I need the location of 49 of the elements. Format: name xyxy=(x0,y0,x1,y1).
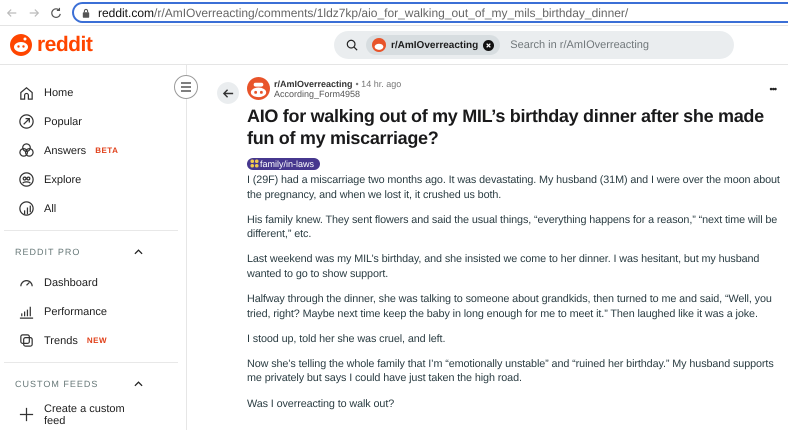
post-paragraph: Was I overreacting to walk out? xyxy=(247,396,396,412)
alien-avatar-icon xyxy=(372,38,386,52)
sidebar-item[interactable]: Answers BETA xyxy=(0,136,186,165)
post-time: • 14 hr. ago xyxy=(356,78,402,88)
url-text: reddit.com/r/AmIOverreacting/comments/1ldz7kp/aio_for_walking_out_of_my_mils_birthday_dinner/ xyxy=(98,6,628,20)
sidebar-item[interactable]: Dashboard xyxy=(0,268,186,297)
section-header[interactable]: REDDIT PRO xyxy=(0,235,186,268)
lock-icon xyxy=(82,8,90,18)
sidebar-item[interactable]: Create a custom feed xyxy=(0,400,186,429)
more-button[interactable]: ••• xyxy=(764,84,782,94)
close-icon[interactable] xyxy=(483,40,494,50)
home-icon xyxy=(18,84,35,101)
search-icon xyxy=(346,39,358,51)
item-tag: BETA xyxy=(95,146,118,155)
post-paragraph: Halfway through the dinner, she was talking to someone about grandkids, then turned to me and said, “Well, you tried, right? Maybe next time keep the baby in long enough for me to meet it.” Then laughed like it was a joke. xyxy=(247,292,773,322)
post-paragraph: I stood up, told her she was cruel, and left. xyxy=(247,332,446,346)
chart-circle-icon xyxy=(18,200,35,217)
sidebar-item[interactable]: Home xyxy=(0,78,186,107)
post-paragraph: Now she’s telling the whole family that I’m “emotionally unstable” and “ruined her birthday.” My husband supports me privately but says I could have just taken the high road. xyxy=(247,356,775,386)
menu-button[interactable] xyxy=(174,75,198,99)
plus-icon xyxy=(18,406,35,423)
search-field[interactable]: r/AmIOverreacting Search in r/AmIOverreacting xyxy=(334,31,734,59)
alien-avatar-icon[interactable] xyxy=(247,77,270,100)
sidebar-item[interactable]: Explore xyxy=(0,165,186,194)
sidebar-item[interactable]: Popular xyxy=(0,107,186,136)
sidebar-item[interactable]: Trends NEW xyxy=(0,326,186,355)
arrow-circle-icon xyxy=(18,113,35,130)
sidebar-item[interactable]: Performance xyxy=(0,297,186,326)
post-paragraph: I (29F) had a miscarriage two months ago. It was devastating. My husband (31M) and I were over the moon about the pregnancy, and when we lost it, it crushed us both. xyxy=(247,173,781,202)
sidebar-item[interactable]: All xyxy=(0,194,186,223)
item-tag: NEW xyxy=(86,336,107,345)
back-arrow-icon xyxy=(222,86,234,100)
author-link[interactable]: According_Form4958 xyxy=(274,88,760,98)
reload-icon[interactable] xyxy=(50,6,62,18)
chip-label: r/AmIOverreacting xyxy=(391,40,478,50)
circles-icon xyxy=(18,142,35,159)
subreddit-chip[interactable]: r/AmIOverreacting xyxy=(366,35,500,55)
back-button[interactable] xyxy=(217,82,239,104)
post-paragraph: Last weekend was my MIL’s birthday, and she insisted we come to her dinner. I was hesitant, but my husband wanted to go to show support. xyxy=(247,252,760,282)
squares-icon xyxy=(18,332,35,349)
section-header[interactable]: CUSTOM FEEDS xyxy=(0,367,186,400)
alien-logo-icon[interactable] xyxy=(9,33,33,57)
address-bar[interactable]: reddit.com/r/AmIOverreacting/comments/1ldz7kp/aio_for_walking_out_of_my_mils_birthday_dinner/ xyxy=(72,2,788,23)
menu-icon xyxy=(180,82,192,92)
post-paragraph: His family knew. They sent flowers and said the usual things, “everything happens for a reason,” “next time will be different,” etc. xyxy=(247,212,778,242)
post-title: AIO for walking out of my MIL’s birthday dinner after she made fun of my miscarriage? xyxy=(247,105,765,149)
flair-label: family/in-laws xyxy=(260,158,314,168)
subreddit-link[interactable]: r/AmIOverreacting xyxy=(274,78,353,88)
flair-tag[interactable]: family/in-laws xyxy=(247,158,320,170)
